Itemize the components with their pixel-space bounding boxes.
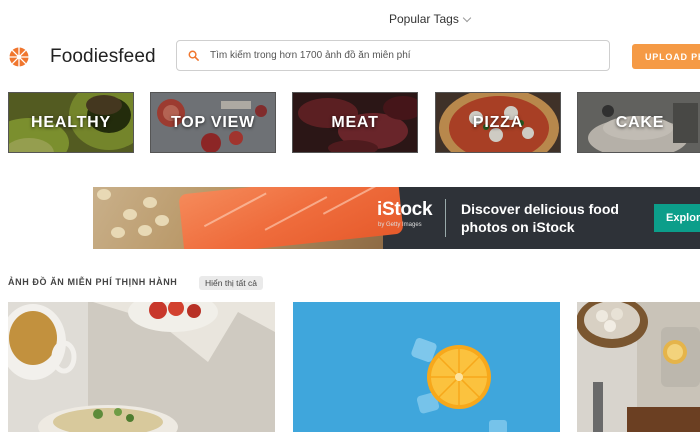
photo-orange-image <box>293 302 560 432</box>
search-bar[interactable] <box>176 40 610 71</box>
brand-name[interactable]: Foodiesfeed <box>50 46 156 68</box>
istock-logo-subtitle: by Getty Images <box>378 222 422 228</box>
search-input[interactable] <box>208 49 592 62</box>
upload-photo-button[interactable]: UPLOAD PHO <box>632 44 700 69</box>
photo-card-garlic[interactable] <box>577 302 700 432</box>
photo-breakfast-image <box>8 302 275 432</box>
popular-tags-label: Popular Tags <box>389 12 459 26</box>
photo-card-orange[interactable] <box>293 302 560 432</box>
banner-headline-1: Discover delicious food <box>461 201 619 217</box>
tag-pizza[interactable]: PIZZA <box>435 92 561 153</box>
tag-healthy-label: HEALTHY <box>31 113 111 131</box>
search-icon <box>188 50 199 61</box>
tag-meat[interactable]: MEAT <box>292 92 418 153</box>
tag-pizza-label: PIZZA <box>472 113 524 131</box>
explore-button[interactable]: Explor <box>654 204 700 232</box>
tag-cake[interactable]: CAKE <box>577 92 700 153</box>
tag-top-view[interactable]: TOP VIEW <box>150 92 276 153</box>
tag-top-view-label: TOP VIEW <box>170 113 256 131</box>
tag-meat-label: MEAT <box>331 113 379 131</box>
banner-headline-2: photos on iStock <box>461 219 575 235</box>
photo-card-breakfast[interactable] <box>8 302 275 432</box>
photo-garlic-image <box>577 302 700 432</box>
foodiesfeed-logo-icon[interactable] <box>9 47 29 67</box>
popular-tags-menu[interactable]: Popular Tags <box>389 12 472 26</box>
chevron-down-icon <box>462 13 472 22</box>
tag-cake-label: CAKE <box>615 113 665 131</box>
top-nav: Popular Tags <box>0 0 700 36</box>
istock-ad-banner[interactable]: iStock by Getty Images Discover deliciou… <box>93 187 700 249</box>
show-all-button[interactable]: Hiển thị tất cả <box>199 276 263 290</box>
section-title: ẢNH ĐỒ ĂN MIỄN PHÍ THỊNH HÀNH <box>8 277 178 287</box>
tag-healthy[interactable]: HEALTHY <box>8 92 134 153</box>
istock-logo: iStock <box>377 199 433 220</box>
banner-divider <box>445 199 446 237</box>
